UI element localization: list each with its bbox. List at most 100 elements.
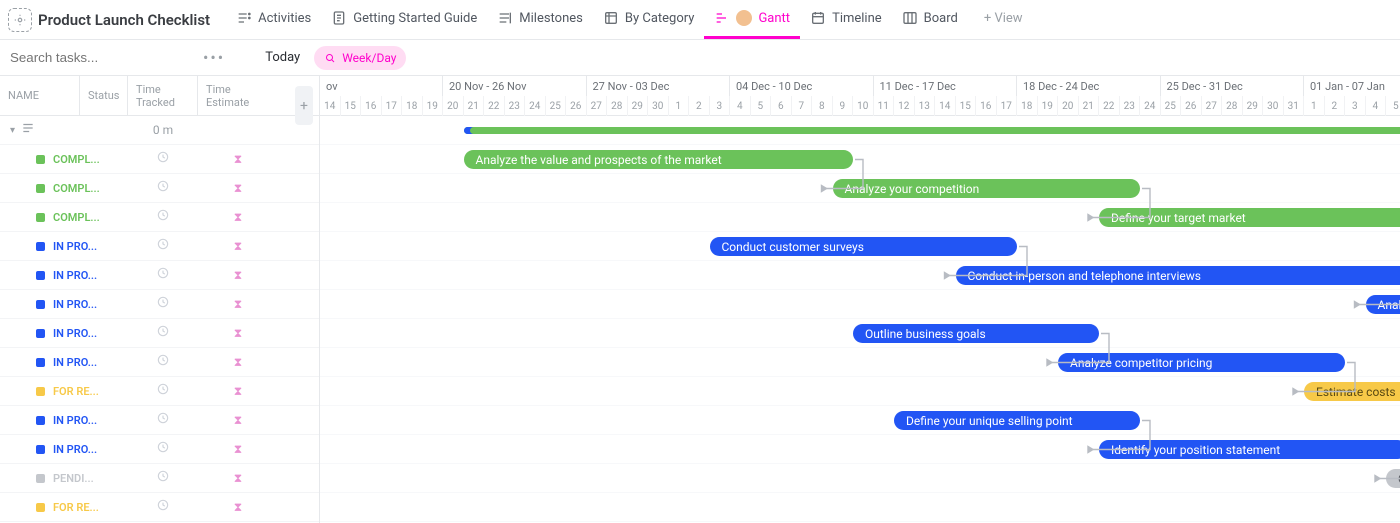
clock-icon — [156, 179, 170, 197]
table-row[interactable]: IN PRO... ⧗ — [0, 319, 319, 348]
hourglass-icon: ⧗ — [234, 181, 242, 196]
table-row[interactable]: PENDI...⧗ — [0, 464, 319, 493]
clock-icon — [156, 266, 170, 284]
clock-icon — [156, 382, 170, 400]
zoom-chip[interactable]: Week/Day — [314, 46, 406, 70]
today-button[interactable]: Today — [265, 50, 300, 65]
gantt-bar[interactable]: Outline business goals — [853, 324, 1099, 343]
gantt-bar[interactable]: Analyze site and social media analytics … — [1366, 295, 1400, 314]
day-label: 21 — [1079, 96, 1100, 116]
day-label: 4 — [1366, 96, 1387, 116]
col-name[interactable]: NAME — [0, 76, 80, 115]
day-label: 26 — [1181, 96, 1202, 116]
day-label: 23 — [1120, 96, 1141, 116]
gantt-bar[interactable]: Identify your position statement — [1099, 440, 1400, 459]
status-text: IN PRO... — [53, 356, 97, 369]
clock-icon — [156, 411, 170, 429]
col-status[interactable]: Status — [80, 76, 128, 115]
tab-activities[interactable]: Activities — [226, 1, 321, 39]
table-row[interactable]: COMPL...⧗ — [0, 145, 319, 174]
gantt-bar[interactable]: Estimate costs — [1304, 382, 1400, 401]
gantt-bar[interactable]: Analyze competitor pricing — [1058, 353, 1345, 372]
add-column-button[interactable]: + — [295, 86, 313, 125]
day-label: 13 — [915, 96, 936, 116]
gantt-bar[interactable]: Analyze the value and prospects of the m… — [464, 150, 854, 169]
day-label: 6 — [771, 96, 792, 116]
week-label: 04 Dec - 10 Dec — [730, 76, 874, 96]
table-row[interactable]: FOR RE...⧗ — [0, 377, 319, 406]
status-text: IN PRO... — [53, 414, 97, 427]
table-row[interactable]: IN PRO...⧗ — [0, 261, 319, 290]
status-badge — [36, 387, 45, 396]
clock-icon — [156, 208, 170, 226]
day-label: 27 — [1202, 96, 1223, 116]
gantt-bar[interactable]: Complete the messaging framew... — [1386, 469, 1400, 488]
week-label: 18 Dec - 24 Dec — [1017, 76, 1161, 96]
hourglass-icon: ⧗ — [234, 152, 242, 167]
tab-guide[interactable]: Getting Started Guide — [321, 1, 487, 39]
day-label: 27 — [587, 96, 608, 116]
day-label: 19 — [1038, 96, 1059, 116]
overview-bar[interactable] — [464, 127, 1400, 134]
day-label: 29 — [1243, 96, 1264, 116]
table-row[interactable]: IN PRO...⧗ — [0, 348, 319, 377]
summary-row[interactable]: ▾ 0 m — [0, 116, 319, 145]
clock-icon — [156, 498, 170, 516]
week-label: 11 Dec - 17 Dec — [874, 76, 1018, 96]
gantt-pane[interactable]: ov20 Nov - 26 Nov27 Nov - 03 Dec04 Dec -… — [320, 76, 1400, 523]
hourglass-icon: ⧗ — [234, 442, 242, 457]
gantt-chart[interactable]: Today Analyze the value and prospects of… — [320, 116, 1400, 523]
table-row[interactable]: COMPL...⧗ — [0, 203, 319, 232]
gantt-row: Present messaging framework — [320, 493, 1400, 522]
day-label: 3 — [1345, 96, 1366, 116]
hourglass-icon: ⧗ — [234, 471, 242, 486]
status-badge — [36, 445, 45, 454]
week-label: ov — [320, 76, 443, 96]
col-tracked[interactable]: Time Tracked — [128, 76, 198, 115]
gantt-row: Identify your position statement — [320, 435, 1400, 464]
clock-icon — [156, 353, 170, 371]
gantt-row: Analyze site and social media analytics … — [320, 290, 1400, 319]
status-text: FOR RE... — [53, 385, 99, 398]
tab-timeline[interactable]: Timeline — [800, 1, 892, 39]
day-label: 16 — [976, 96, 997, 116]
add-view-button[interactable]: + View — [974, 1, 1033, 39]
day-label: 7 — [792, 96, 813, 116]
gantt-bar[interactable]: Define your unique selling point — [894, 411, 1140, 430]
tab-gantt[interactable]: Gantt — [704, 1, 800, 39]
collapse-caret-icon[interactable]: ▾ — [10, 125, 15, 136]
day-label: 2 — [1325, 96, 1346, 116]
tab-board[interactable]: Board — [892, 1, 968, 39]
status-badge — [36, 329, 45, 338]
day-label: 28 — [1222, 96, 1243, 116]
status-badge — [36, 300, 45, 309]
tab-milestones[interactable]: Milestones — [487, 1, 593, 39]
hourglass-icon: ⧗ — [234, 297, 242, 312]
clock-icon — [156, 295, 170, 313]
day-label: 16 — [361, 96, 382, 116]
hourglass-icon: ⧗ — [234, 326, 242, 341]
table-row[interactable]: IN PRO...⧗ — [0, 290, 319, 319]
tabs: ActivitiesGetting Started GuideMilestone… — [226, 0, 968, 39]
table-row[interactable]: FOR RE...⧗ — [0, 493, 319, 522]
tab-bycategory[interactable]: By Category — [593, 1, 705, 39]
status-text: IN PRO... — [53, 240, 97, 253]
day-label: 5 — [751, 96, 772, 116]
day-label: 23 — [505, 96, 526, 116]
status-text: IN PRO... — [53, 327, 97, 340]
col-estimate[interactable]: Time Estimate — [198, 76, 278, 115]
table-row[interactable]: IN PRO...⧗ — [0, 435, 319, 464]
table-row[interactable]: COMPL...⧗ — [0, 174, 319, 203]
day-label: 30 — [648, 96, 669, 116]
table-row[interactable]: IN PRO...⧗ — [0, 232, 319, 261]
table-row[interactable]: IN PRO...⧗ — [0, 406, 319, 435]
search-input[interactable] — [8, 46, 189, 70]
gantt-bar[interactable]: Define your target market — [1099, 208, 1400, 227]
gantt-bar[interactable]: Analyze your competition — [833, 179, 1141, 198]
day-label: 15 — [956, 96, 977, 116]
day-label: 1 — [669, 96, 690, 116]
more-icon[interactable]: ••• — [203, 48, 225, 67]
gantt-bar[interactable]: Conduct customer surveys — [710, 237, 1018, 256]
status-badge — [36, 358, 45, 367]
gantt-bar[interactable]: Conduct in-person and telephone intervie… — [956, 266, 1400, 285]
